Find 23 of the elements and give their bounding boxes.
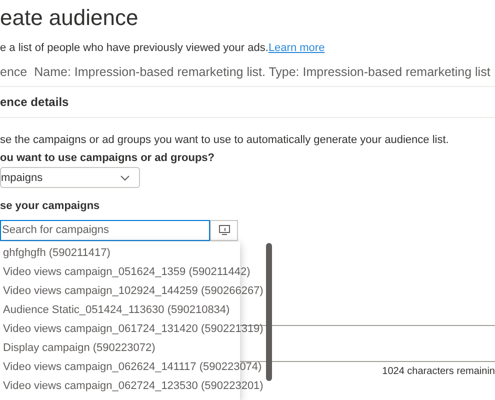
instructions-text: se the campaigns or ad groups you want to use to automatically generate your audience list. (0, 133, 449, 148)
campaigns-label: se your campaigns (0, 199, 100, 214)
search-field[interactable]: Search for campaigns (0, 220, 210, 241)
learn-more-link[interactable]: Learn more (268, 40, 325, 56)
campaign-option[interactable]: ghfghgfh (590211417) (0, 244, 266, 263)
browse-button[interactable] (210, 220, 238, 241)
campaign-option[interactable]: Video views campaign_061724_131420 (590221319) (0, 320, 266, 339)
character-count: 1024 characters remainin (382, 364, 495, 379)
description-text: e a list of people who have previously viewed your ads. (0, 41, 268, 56)
campaign-option[interactable]: Audience Static_051424_113630 (590210834) (0, 301, 266, 320)
scrollbar-thumb[interactable] (266, 243, 272, 381)
campaign-option[interactable]: Video views campaign_062724_123530 (590223201) (0, 377, 266, 396)
question-label: ou want to use campaigns or ad groups? (0, 150, 215, 166)
campaign-option[interactable]: Video views campaign_062624_141117 (590223074) (0, 358, 266, 377)
section-title: ence details (0, 94, 69, 112)
campaign-option[interactable]: Display campaign (590223072) (0, 339, 266, 358)
campaign-option[interactable]: Video views campaign_051624_1359 (590211442) (0, 263, 266, 282)
campaign-option[interactable]: Video views campaign_102924_144259 (590266267) (0, 282, 266, 301)
chevron-down-icon (120, 174, 130, 181)
audience-label: ence (0, 64, 28, 80)
page-title: eate audience (0, 4, 138, 32)
campaign-type-select[interactable]: mpaigns (0, 167, 140, 188)
audience-name-text: Name: Impression-based remarketing list. Type: Impression-based remarketing list (34, 64, 490, 81)
